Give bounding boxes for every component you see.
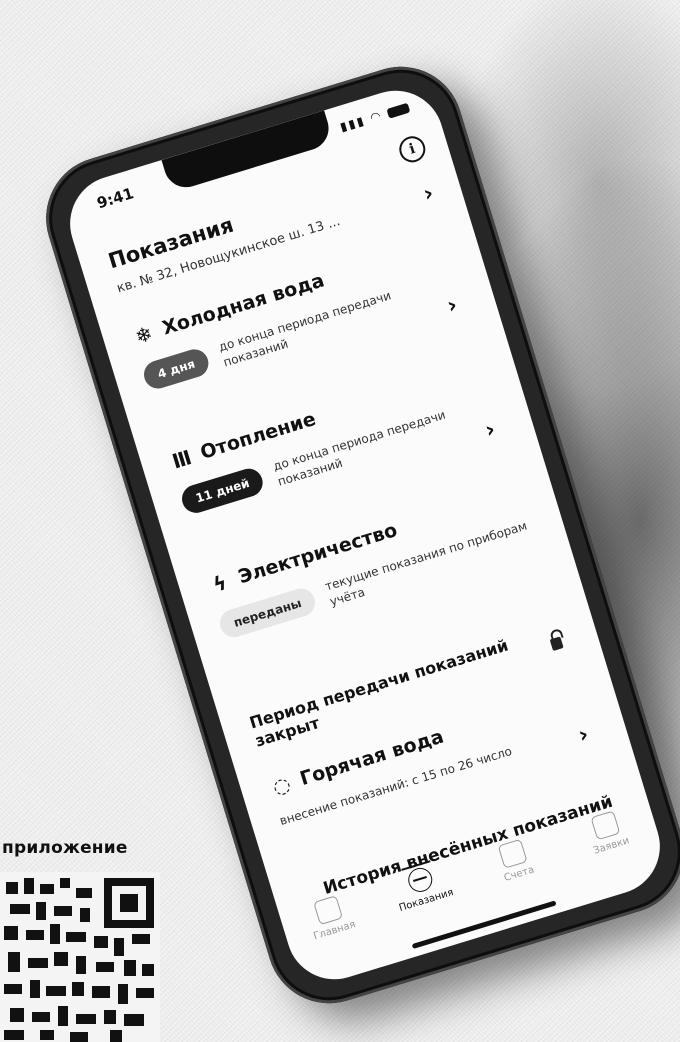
tab-label: Показания [397, 887, 455, 915]
app-screen: 9:41 ▮▮▮ ◠ i Показания кв. № 32, Новощук… [58, 78, 672, 992]
home-icon [313, 895, 344, 926]
meter-cards: ❄ Холодная вода 4 дня до конца периода п… [129, 230, 559, 699]
days-left-badge: 11 дней [178, 465, 267, 517]
hot-water-icon: ◌ [269, 771, 294, 800]
phone-mockup: 9:41 ▮▮▮ ◠ i Показания кв. № 32, Новощук… [0, 0, 680, 1042]
bill-icon [497, 838, 528, 869]
battery-icon [386, 102, 411, 119]
days-left-badge: 4 дня [140, 345, 213, 392]
status-time: 9:41 [94, 184, 136, 213]
snowflake-icon: ❄ [132, 320, 156, 349]
status-icons: ▮▮▮ ◠ [338, 100, 411, 135]
signal-icon: ▮▮▮ [338, 113, 368, 135]
tab-home[interactable]: Главная [285, 881, 375, 947]
pen-icon [590, 810, 621, 841]
status-badge: переданы [216, 585, 319, 641]
meter-icon [405, 865, 436, 895]
radiator-icon: Ⅲ [169, 444, 195, 474]
notch [161, 110, 335, 193]
chevron-right-icon: › [420, 180, 437, 208]
wifi-icon: ◠ [368, 108, 384, 125]
lightning-icon: ϟ [210, 570, 230, 597]
phone-frame: 9:41 ▮▮▮ ◠ i Показания кв. № 32, Новощук… [30, 51, 680, 1019]
lock-icon [549, 636, 564, 652]
